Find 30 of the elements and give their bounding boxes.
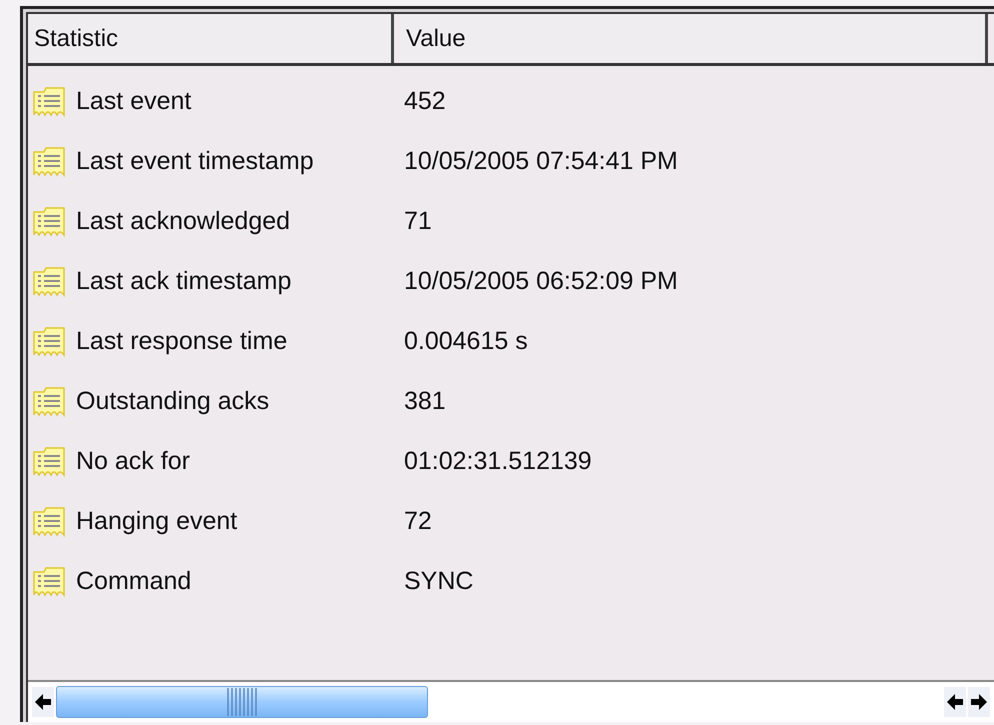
value-cell-text: 0.004615 s bbox=[403, 326, 528, 358]
list-document-icon bbox=[32, 566, 66, 598]
value-cell-text: 10/05/2005 06:52:09 PM bbox=[403, 266, 678, 298]
grip-icon bbox=[225, 687, 259, 717]
statistic-cell-text: No ack for bbox=[76, 446, 190, 478]
statistic-cell-text: Outstanding acks bbox=[76, 386, 270, 418]
value-cell-text: 71 bbox=[403, 206, 432, 238]
list-document-icon bbox=[32, 326, 66, 358]
statistic-cell-text: Last ack timestamp bbox=[76, 266, 292, 298]
list-document-icon bbox=[32, 266, 66, 298]
scrollbar-thumb[interactable] bbox=[56, 686, 428, 718]
value-cell-text: 381 bbox=[403, 386, 446, 418]
list-document-icon bbox=[32, 506, 66, 538]
list-document-icon bbox=[32, 206, 66, 238]
statistic-cell-text: Last response time bbox=[76, 326, 288, 358]
list-document-icon bbox=[32, 146, 66, 178]
horizontal-scrollbar[interactable] bbox=[28, 680, 994, 722]
value-cell-text: 10/05/2005 07:54:41 PM bbox=[403, 146, 678, 178]
value-cell-text: SYNC bbox=[403, 566, 474, 598]
value-cell-text: 72 bbox=[403, 506, 432, 538]
list-document-icon bbox=[32, 446, 66, 478]
list-document-icon bbox=[32, 386, 66, 418]
statistic-cell-text: Last acknowledged bbox=[76, 206, 290, 238]
statistic-cell-text: Last event timestamp bbox=[76, 146, 314, 178]
value-cell-text: 01:02:31.512139 bbox=[403, 446, 592, 478]
statistic-cell-text: Hanging event bbox=[76, 506, 238, 538]
list-document-icon bbox=[32, 86, 66, 118]
statistic-cell-text: Command bbox=[76, 566, 192, 598]
value-cell-text: 452 bbox=[403, 86, 446, 118]
statistic-cell-text: Last event bbox=[76, 86, 192, 118]
